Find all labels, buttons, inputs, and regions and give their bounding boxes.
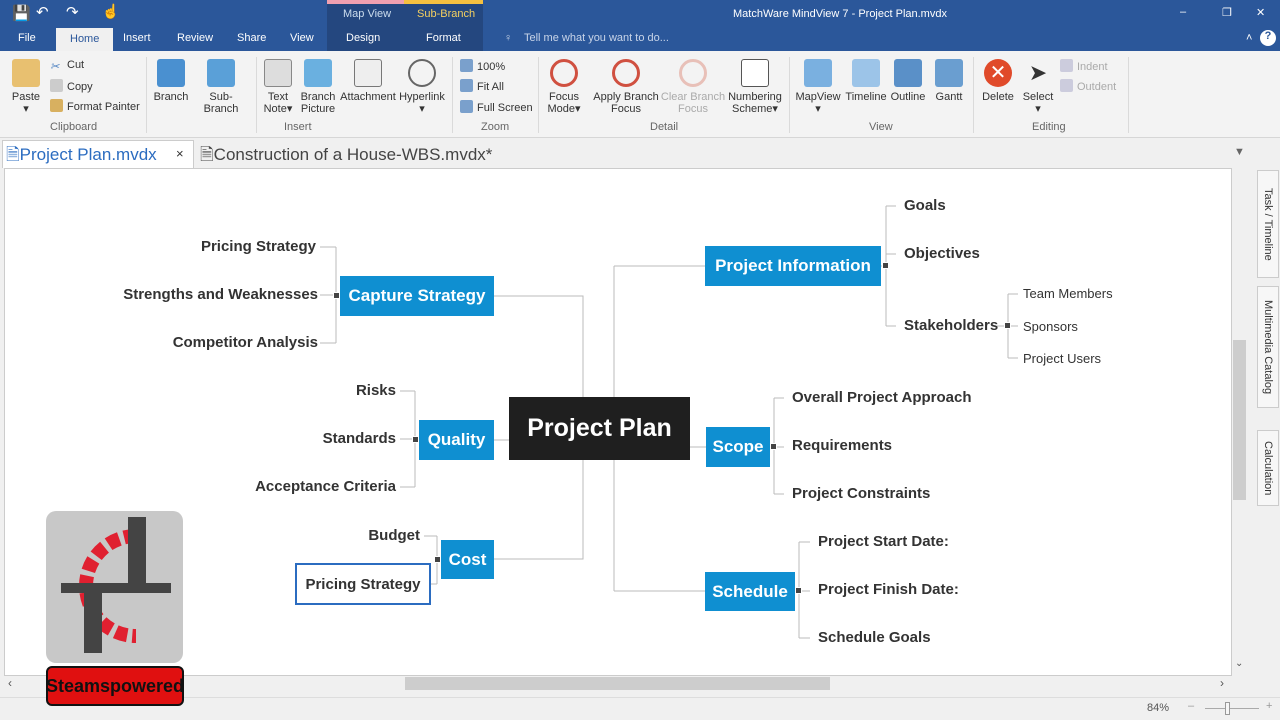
topic-project-users[interactable]: Project Users [1023,351,1101,366]
collapse-knob[interactable] [333,292,340,299]
branch-quality[interactable]: Quality [419,420,494,460]
zoom-level: 84% [1147,702,1170,714]
topic-team-members[interactable]: Team Members [1023,286,1113,301]
central-topic[interactable]: Project Plan [509,397,690,460]
topic-requirements[interactable]: Requirements [792,437,892,454]
collapse-knob[interactable] [770,443,777,450]
vertical-scroll-thumb[interactable] [1233,340,1246,500]
side-tab-multimedia-catalog[interactable]: Multimedia Catalog [1257,286,1279,408]
side-tab-task-timeline[interactable]: Task / Timeline [1257,170,1279,278]
zoom-out-button[interactable]: – [1188,700,1194,712]
topic-strengths-weaknesses[interactable]: Strengths and Weaknesses [123,286,318,303]
vertical-scrollbar[interactable]: ⌄ [1232,168,1248,676]
gear-logo-icon [61,517,171,653]
topic-pricing-strategy[interactable]: Pricing Strategy [201,238,316,255]
topic-project-constraints[interactable]: Project Constraints [792,485,930,502]
topic-goals[interactable]: Goals [904,197,946,214]
zoom-slider-thumb[interactable] [1225,702,1230,715]
scroll-right-icon[interactable]: › [1220,676,1224,690]
collapse-knob[interactable] [795,587,802,594]
topic-finish-date[interactable]: Project Finish Date: [818,581,959,598]
topic-sponsors[interactable]: Sponsors [1023,319,1078,334]
scroll-left-icon[interactable]: ‹ [8,676,12,690]
collapse-knob[interactable] [882,262,889,269]
branch-capture-strategy[interactable]: Capture Strategy [340,276,494,316]
topic-stakeholders[interactable]: Stakeholders [904,317,998,334]
horizontal-scroll-thumb[interactable] [405,677,830,690]
topic-acceptance-criteria[interactable]: Acceptance Criteria [255,478,396,495]
watermark-text: Steamspowered [46,666,184,706]
topic-schedule-goals[interactable]: Schedule Goals [818,629,931,646]
branch-schedule[interactable]: Schedule [705,572,795,611]
horizontal-scrollbar[interactable]: ‹ › [4,676,1232,692]
branch-project-information[interactable]: Project Information [705,246,881,286]
topic-start-date[interactable]: Project Start Date: [818,533,949,550]
topic-standards[interactable]: Standards [323,430,396,447]
zoom-in-button[interactable]: + [1266,700,1272,712]
collapse-knob[interactable] [1004,322,1011,329]
topic-risks[interactable]: Risks [356,382,396,399]
side-tab-calculation[interactable]: Calculation [1257,430,1279,506]
branch-cost[interactable]: Cost [441,540,494,579]
collapse-knob[interactable] [434,556,441,563]
watermark-logo [46,511,183,663]
collapse-knob[interactable] [412,436,419,443]
topic-objectives[interactable]: Objectives [904,245,980,262]
status-bar: 84% – + [0,697,1280,720]
branch-scope[interactable]: Scope [706,427,770,467]
topic-overall-approach[interactable]: Overall Project Approach [792,389,972,406]
side-panel-tabs: Task / Timeline Multimedia Catalog Calcu… [1256,168,1280,688]
scroll-down-icon[interactable]: ⌄ [1235,658,1243,669]
topic-competitor-analysis[interactable]: Competitor Analysis [173,334,318,351]
zoom-slider[interactable] [1205,708,1259,709]
topic-budget[interactable]: Budget [368,527,420,544]
topic-pricing-strategy-selected[interactable]: Pricing Strategy [295,563,431,605]
